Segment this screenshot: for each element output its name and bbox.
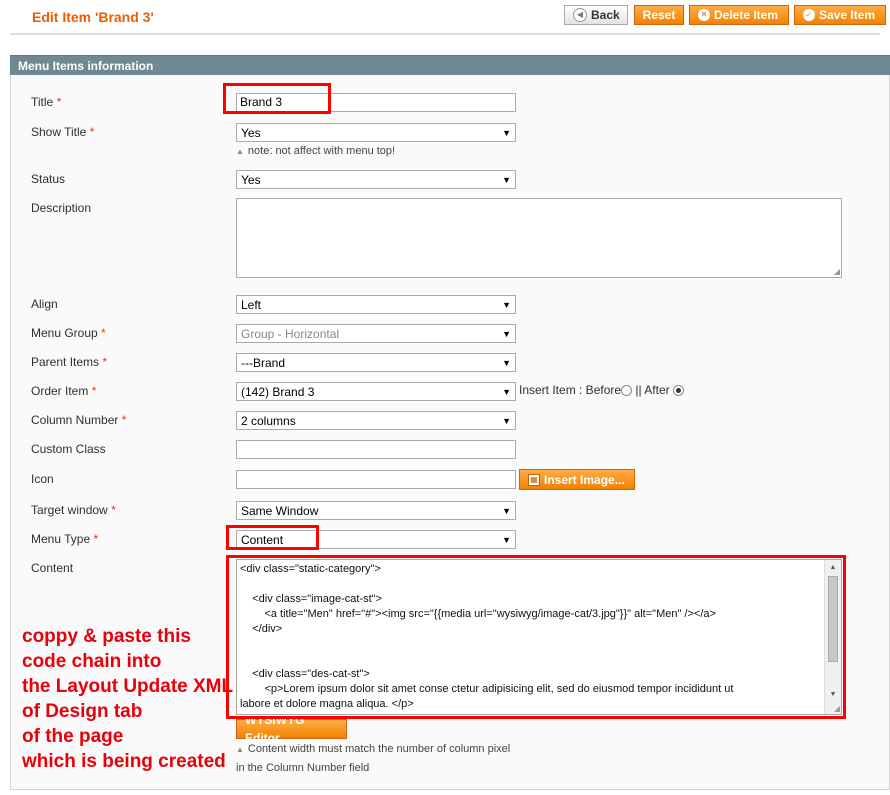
- description-textarea[interactable]: ◢: [236, 198, 842, 278]
- target-window-select[interactable]: Same Window ▼: [236, 501, 516, 520]
- parent-items-select[interactable]: ---Brand ▼: [236, 353, 516, 372]
- dropdown-arrow-icon: ▼: [502, 505, 511, 516]
- annotation-line: coppy & paste this: [22, 626, 191, 647]
- align-label: Align: [31, 297, 58, 311]
- show-title-note: ▲ note: not affect with menu top!: [236, 145, 396, 157]
- insert-order-group: Insert Item : Before || After: [519, 383, 684, 397]
- icon-input[interactable]: [236, 470, 516, 489]
- dropdown-arrow-icon: ▼: [502, 415, 511, 426]
- custom-class-input[interactable]: [236, 440, 516, 459]
- target-window-label: Target window *: [31, 503, 116, 517]
- highlight-title: [223, 83, 331, 114]
- insert-image-button[interactable]: ▦ Insert Image...: [519, 469, 635, 490]
- dropdown-arrow-icon: ▼: [502, 386, 511, 397]
- dropdown-arrow-icon: ▼: [502, 328, 511, 339]
- dropdown-arrow-icon: ▼: [502, 299, 511, 310]
- dropdown-arrow-icon: ▼: [502, 174, 511, 185]
- order-item-select[interactable]: (142) Brand 3 ▼: [236, 382, 516, 401]
- annotation-line: the Layout Update XML: [22, 676, 234, 697]
- show-title-label: Show Title *: [31, 125, 95, 139]
- highlight-content: [226, 555, 846, 719]
- header-divider: [10, 33, 880, 35]
- menu-group-select[interactable]: Group - Horizontal ▼: [236, 324, 516, 343]
- content-note-line2: in the Column Number field: [236, 762, 370, 774]
- content-note-line1: ▲ Content width must match the number of …: [236, 743, 511, 755]
- align-select[interactable]: Left ▼: [236, 295, 516, 314]
- insert-image-label: Insert Image...: [544, 472, 625, 487]
- annotation-line: code chain into: [22, 651, 162, 672]
- insert-after-label: || After: [635, 383, 670, 397]
- reset-button-label: Reset: [642, 8, 676, 22]
- annotation-line: which is being created: [22, 751, 226, 772]
- content-label: Content: [31, 561, 74, 575]
- image-icon: ▦: [528, 473, 540, 486]
- save-item-button[interactable]: ✓ Save Item: [794, 5, 886, 25]
- radio-after[interactable]: [672, 385, 684, 396]
- custom-class-label: Custom Class: [31, 442, 106, 456]
- reset-button[interactable]: Reset: [634, 5, 684, 25]
- insert-before-label: Insert Item : Before: [519, 383, 622, 397]
- dropdown-arrow-icon: ▼: [502, 357, 511, 368]
- status-select[interactable]: Yes ▼: [236, 170, 516, 189]
- delete-item-button[interactable]: ✕ Delete Item: [689, 5, 789, 25]
- back-button[interactable]: ◀ Back: [564, 5, 628, 25]
- highlight-menu-type: [226, 525, 319, 550]
- status-label: Status: [31, 172, 66, 186]
- note-triangle-icon: ▲: [236, 745, 244, 754]
- resize-grip-icon[interactable]: ◢: [834, 267, 840, 276]
- delete-icon: ✕: [698, 9, 710, 21]
- checkmark-icon: ✓: [803, 9, 815, 21]
- annotation-line: of the page: [22, 726, 124, 747]
- section-header: Menu Items information: [10, 55, 890, 75]
- annotation-text: coppy & paste this code chain into the L…: [22, 624, 233, 774]
- note-triangle-icon: ▲: [236, 147, 244, 156]
- annotation-line: of Design tab: [22, 701, 143, 722]
- parent-items-label: Parent Items *: [31, 355, 108, 369]
- column-number-select[interactable]: 2 columns ▼: [236, 411, 516, 430]
- menu-type-label: Menu Type *: [31, 532, 99, 546]
- dropdown-arrow-icon: ▼: [502, 534, 511, 545]
- order-item-label: Order Item *: [31, 384, 97, 398]
- wysiwyg-editor-button[interactable]: WYSIWYG Editor: [236, 713, 347, 745]
- description-label: Description: [31, 201, 92, 215]
- radio-before[interactable]: [621, 385, 633, 396]
- title-label: Title *: [31, 95, 62, 109]
- menu-group-label: Menu Group *: [31, 326, 106, 340]
- delete-button-label: Delete Item: [714, 8, 779, 22]
- back-arrow-icon: ◀: [573, 8, 587, 22]
- save-button-label: Save Item: [819, 8, 876, 22]
- page-title: Edit Item 'Brand 3': [32, 9, 154, 25]
- back-button-label: Back: [591, 8, 620, 22]
- column-number-label: Column Number *: [31, 413, 127, 427]
- dropdown-arrow-icon: ▼: [502, 127, 511, 138]
- show-title-select[interactable]: Yes ▼: [236, 123, 516, 142]
- icon-label: Icon: [31, 472, 54, 486]
